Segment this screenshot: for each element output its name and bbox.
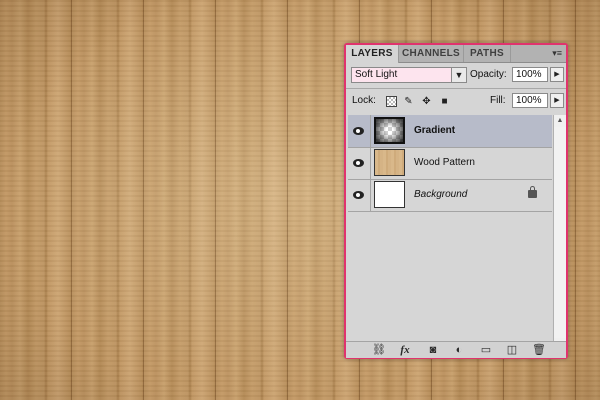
panel-footer-toolbar: ⛓ fx ◙ ◐ ▭ ◫ 🗑 [346,341,566,358]
layer-row-background[interactable]: Background [348,179,552,212]
new-group-icon[interactable]: ▭ [477,344,495,356]
lock-icon [528,186,537,198]
layer-name: Wood Pattern [414,157,475,168]
tab-layers[interactable]: LAYERS [346,45,399,63]
adjustment-layer-icon[interactable]: ◐ [450,344,468,356]
eye-icon [353,127,364,135]
tab-paths[interactable]: PATHS [464,45,511,62]
fx-icon[interactable]: fx [396,344,414,356]
layer-name: Gradient [414,125,456,136]
lock-image-pixels-icon[interactable]: ✎ [403,96,414,107]
chevron-down-icon[interactable]: ▼ [451,67,467,83]
panel-tab-bar: LAYERS CHANNELS PATHS ▾≡ [346,45,566,63]
layer-thumbnail-gradient [374,117,405,144]
opacity-slider-arrow-icon[interactable]: ▶ [550,67,564,82]
layer-name: Background [414,189,468,200]
new-layer-icon[interactable]: ◫ [503,344,521,356]
opacity-label: Opacity: [470,69,507,80]
fill-field[interactable]: 100% [512,93,548,108]
divider [346,88,566,89]
trash-icon[interactable]: 🗑 [530,344,548,356]
layer-row-wood-pattern[interactable]: Wood Pattern [348,147,552,180]
fill-slider-arrow-icon[interactable]: ▶ [550,93,564,108]
visibility-toggle[interactable] [348,147,371,179]
blend-mode-select[interactable]: Soft Light [351,67,467,83]
layer-row-gradient[interactable]: Gradient [348,115,552,148]
visibility-toggle[interactable] [348,179,371,211]
layers-list: Gradient Wood Pattern Background [348,115,552,350]
layer-mask-icon[interactable]: ◙ [424,344,442,356]
visibility-toggle[interactable] [348,115,371,147]
link-layers-icon[interactable]: ⛓ [370,344,388,356]
tab-channels[interactable]: CHANNELS [399,45,464,62]
layer-thumbnail-wood [374,149,405,176]
layers-panel: LAYERS CHANNELS PATHS ▾≡ Soft Light ▼ Op… [344,43,568,359]
lock-label: Lock: [352,95,376,106]
lock-position-icon[interactable]: ✥ [421,96,432,107]
fill-label: Fill: [490,95,506,106]
eye-icon [353,191,364,199]
lock-transparent-pixels-icon[interactable] [386,96,397,107]
lock-all-icon[interactable]: ■ [439,96,450,107]
panel-menu-icon[interactable]: ▾≡ [552,48,562,58]
layers-scrollbar[interactable]: ▲ ▼ [553,115,566,350]
eye-icon [353,159,364,167]
scroll-up-icon[interactable]: ▲ [554,115,566,127]
opacity-field[interactable]: 100% [512,67,548,82]
layer-thumbnail-background [374,181,405,208]
